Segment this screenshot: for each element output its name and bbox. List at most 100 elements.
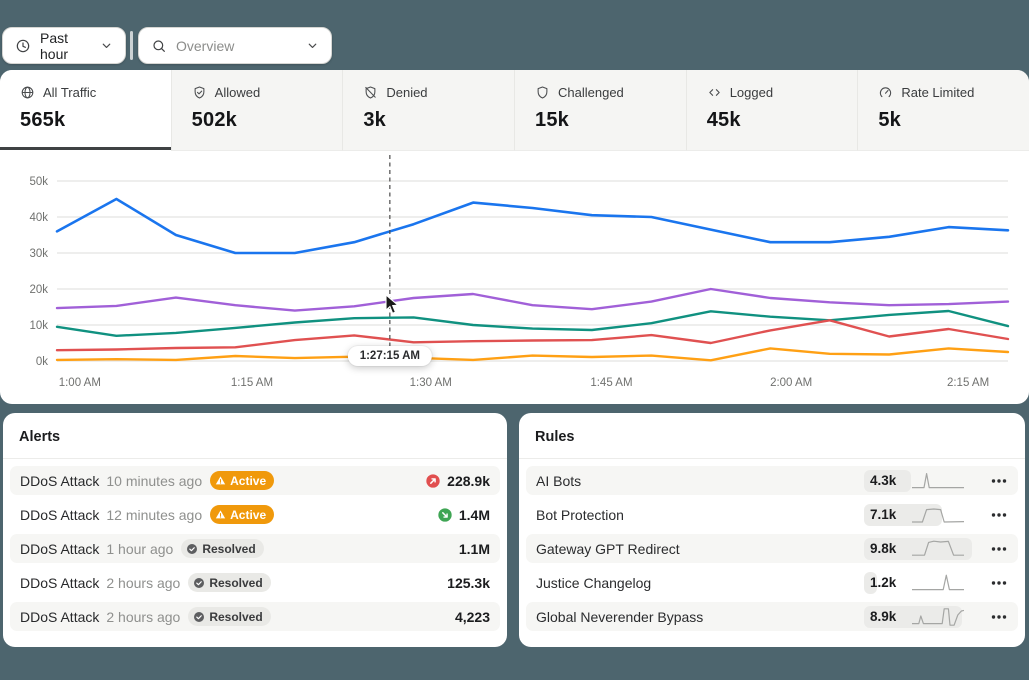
status-badge-label: Resolved (202, 542, 255, 556)
status-badge-label: Active (230, 508, 266, 522)
alert-value: 1.1M (459, 541, 490, 557)
metric-tabs: All Traffic 565k Allowed 502k (0, 70, 1029, 151)
rule-menu-icon[interactable] (976, 506, 1008, 524)
rule-row[interactable]: Global Neverender Bypass 8.9k (526, 602, 1018, 631)
traffic-card: All Traffic 565k Allowed 502k (0, 70, 1029, 404)
alert-time: 10 minutes ago (106, 473, 202, 489)
clock-icon (15, 38, 31, 54)
rule-value: 1.2k (870, 568, 896, 597)
rule-menu-icon[interactable] (976, 608, 1008, 626)
gauge-icon (878, 85, 893, 100)
rule-value: 7.1k (870, 500, 896, 529)
dashboard: Past hour Overview All Traffic 565k (0, 0, 1029, 680)
time-range-dropdown[interactable]: Past hour (2, 27, 126, 64)
tab-label: Challenged (558, 85, 624, 100)
tab-challenged[interactable]: Challenged 15k (514, 70, 686, 151)
alert-value: 228.9k (447, 473, 490, 489)
alert-name: DDoS Attack (20, 541, 99, 557)
check-circle-icon (193, 577, 205, 589)
shield-check-icon (192, 85, 207, 100)
rule-row[interactable]: Bot Protection 7.1k (526, 500, 1018, 529)
svg-text:20k: 20k (29, 284, 48, 296)
status-badge-label: Resolved (209, 576, 262, 590)
rule-row[interactable]: Gateway GPT Redirect 9.8k (526, 534, 1018, 563)
status-badge: Active (210, 471, 274, 490)
rule-name: Gateway GPT Redirect (536, 541, 864, 557)
tab-label: Denied (386, 85, 427, 100)
traffic-chart-canvas[interactable]: 0k10k20k30k40k50k1:00 AM1:15 AM1:30 AM1:… (0, 151, 1029, 404)
tab-allowed[interactable]: Allowed 502k (171, 70, 343, 151)
alert-row[interactable]: DDoS Attack 12 minutes ago Active 1.4M (10, 500, 500, 529)
svg-text:10k: 10k (29, 320, 48, 332)
rule-menu-icon[interactable] (976, 540, 1008, 558)
rule-name: AI Bots (536, 473, 864, 489)
alert-row[interactable]: DDoS Attack 1 hour ago Resolved 1.1M (10, 534, 500, 563)
rule-sparkline (912, 538, 964, 558)
svg-text:30k: 30k (29, 248, 48, 260)
svg-text:1:30 AM: 1:30 AM (410, 377, 452, 389)
chevron-down-icon (100, 39, 113, 52)
alert-time: 2 hours ago (106, 609, 180, 625)
code-icon (707, 85, 722, 100)
tab-value: 5k (878, 109, 1029, 132)
trend-up-icon (425, 473, 441, 489)
alert-name: DDoS Attack (20, 609, 99, 625)
alert-row[interactable]: DDoS Attack 2 hours ago Resolved 125.3k (10, 568, 500, 597)
rule-name: Justice Changelog (536, 575, 864, 591)
search-icon (151, 38, 167, 54)
svg-text:40k: 40k (29, 212, 48, 224)
rule-row[interactable]: Justice Changelog 1.2k (526, 568, 1018, 597)
rule-sparkline (912, 606, 964, 626)
svg-text:1:45 AM: 1:45 AM (590, 377, 632, 389)
svg-text:2:00 AM: 2:00 AM (770, 377, 812, 389)
alerts-title: Alerts (3, 413, 507, 445)
rule-value: 9.8k (870, 534, 896, 563)
tab-value: 15k (535, 109, 686, 132)
warning-icon (215, 475, 226, 486)
check-circle-icon (193, 611, 205, 623)
tab-denied[interactable]: Denied 3k (342, 70, 514, 151)
chevron-down-icon (306, 39, 319, 52)
status-badge-label: Resolved (209, 610, 262, 624)
topbar-divider (130, 31, 133, 60)
rule-name: Global Neverender Bypass (536, 609, 864, 625)
tab-label: Allowed (215, 85, 261, 100)
shield-off-icon (363, 85, 378, 100)
view-select[interactable]: Overview (138, 27, 332, 64)
status-badge-label: Active (230, 474, 266, 488)
tab-logged[interactable]: Logged 45k (686, 70, 858, 151)
alerts-panel: Alerts DDoS Attack 10 minutes ago Active… (3, 413, 507, 647)
tab-rate-limited[interactable]: Rate Limited 5k (857, 70, 1029, 151)
alert-row[interactable]: DDoS Attack 2 hours ago Resolved 4,223 (10, 602, 500, 631)
svg-text:1:00 AM: 1:00 AM (59, 377, 101, 389)
svg-text:0k: 0k (36, 356, 48, 368)
rule-menu-icon[interactable] (976, 574, 1008, 592)
alert-time: 2 hours ago (106, 575, 180, 591)
svg-text:1:15 AM: 1:15 AM (231, 377, 273, 389)
rule-name: Bot Protection (536, 507, 864, 523)
alert-name: DDoS Attack (20, 575, 99, 591)
view-select-value: Overview (176, 38, 234, 54)
traffic-chart[interactable]: 0k10k20k30k40k50k1:00 AM1:15 AM1:30 AM1:… (0, 151, 1029, 404)
alert-name: DDoS Attack (20, 507, 99, 523)
rule-sparkline (912, 504, 964, 524)
chart-cursor-tooltip: 1:27:15 AM (348, 346, 432, 366)
tab-value: 45k (707, 109, 858, 132)
warning-icon (215, 509, 226, 520)
rule-menu-icon[interactable] (976, 472, 1008, 490)
check-circle-icon (186, 543, 198, 555)
rules-title: Rules (519, 413, 1025, 445)
tab-all-traffic[interactable]: All Traffic 565k (0, 70, 171, 151)
alert-row[interactable]: DDoS Attack 10 minutes ago Active 228.9k (10, 466, 500, 495)
rule-value: 4.3k (870, 466, 896, 495)
rule-row[interactable]: AI Bots 4.3k (526, 466, 1018, 495)
alert-name: DDoS Attack (20, 473, 99, 489)
rule-sparkline (912, 470, 964, 490)
rules-list: AI Bots 4.3k Bot Protection 7.1k Gat (519, 459, 1025, 631)
globe-icon (20, 85, 35, 100)
rules-panel: Rules AI Bots 4.3k Bot Protection 7.1k (519, 413, 1025, 647)
alert-time: 1 hour ago (106, 541, 173, 557)
mouse-cursor-icon (385, 294, 400, 320)
tab-label: All Traffic (43, 85, 96, 100)
rule-value: 8.9k (870, 602, 896, 631)
